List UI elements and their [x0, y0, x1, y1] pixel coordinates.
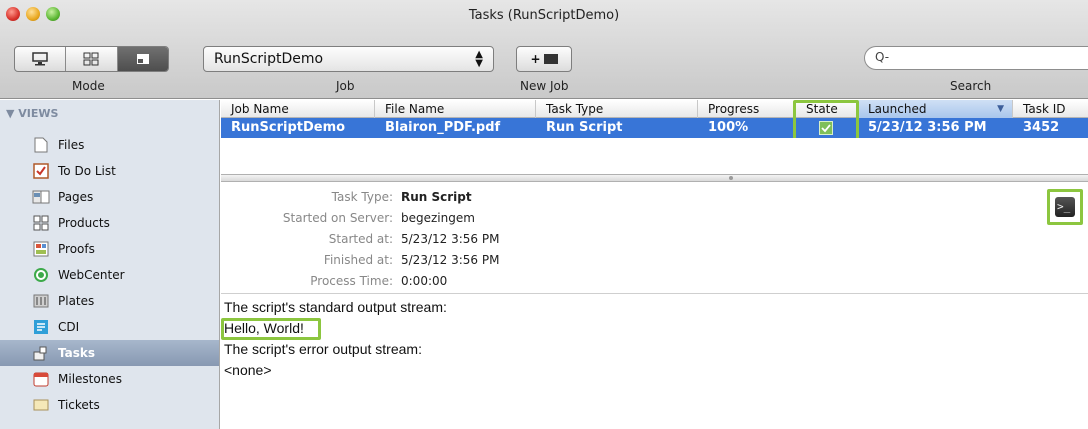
process-time-label: Process Time: — [310, 274, 393, 288]
proofs-icon — [32, 240, 50, 258]
sidebar-item-cdi[interactable]: CDI — [0, 314, 219, 340]
sidebar-item-todo-list[interactable]: To Do List — [0, 158, 219, 184]
cell-job-name: RunScriptDemo — [231, 120, 346, 135]
sidebar-item-label: Tickets — [58, 398, 100, 412]
script-output-panel: The script's standard output stream: Hel… — [221, 295, 1088, 429]
stdout-header: The script's standard output stream: — [224, 299, 447, 315]
column-header-launched-label: Launched — [868, 102, 927, 116]
cell-task-type: Run Script — [546, 120, 623, 135]
job-select[interactable]: RunScriptDemo ▲ ▼ — [203, 46, 494, 72]
sidebar-item-tickets[interactable]: Tickets — [0, 392, 219, 418]
started-label: Started at: — [328, 232, 393, 246]
table-empty-area — [221, 138, 1088, 174]
mode-tasks-button[interactable] — [117, 47, 168, 71]
sidebar-item-products[interactable]: Products — [0, 210, 219, 236]
sort-descending-icon: ▼ — [997, 104, 1004, 114]
column-header-task-id[interactable]: Task ID — [1013, 100, 1088, 118]
sidebar-item-label: Milestones — [58, 372, 122, 386]
sidebar-item-label: CDI — [58, 320, 80, 334]
plates-icon — [32, 292, 50, 310]
cell-task-id: 3452 — [1023, 120, 1060, 135]
sidebar-item-files[interactable]: Files — [0, 132, 219, 158]
new-job-label: New Job — [520, 79, 569, 93]
new-job-button[interactable]: + — [516, 46, 572, 72]
sidebar-item-label: WebCenter — [58, 268, 125, 282]
finished-value: 5/23/12 3:56 PM — [401, 253, 500, 267]
search-input[interactable]: Q- — [864, 46, 1088, 70]
mode-label: Mode — [72, 79, 105, 93]
sidebar-item-proofs[interactable]: Proofs — [0, 236, 219, 262]
views-header[interactable]: ▼ VIEWS — [6, 107, 58, 120]
sidebar-item-webcenter[interactable]: WebCenter — [0, 262, 219, 288]
search-placeholder: Q- — [875, 50, 890, 64]
sidebar-item-label: Plates — [58, 294, 95, 308]
sidebar-item-label: Pages — [58, 190, 94, 204]
new-job-button-label: + — [530, 52, 541, 66]
pages-icon — [32, 188, 50, 206]
task-type-label: Task Type: — [331, 190, 393, 204]
sidebar-item-label: Tasks — [58, 346, 96, 360]
job-select-value: RunScriptDemo — [214, 51, 324, 67]
sidebar: ▼ VIEWS Files To Do List Pages Products … — [0, 100, 220, 429]
mode-computer-button[interactable] — [15, 47, 67, 71]
column-header-launched[interactable]: Launched ▼ — [858, 100, 1013, 118]
todo-icon — [32, 162, 50, 180]
split-handle-icon — [729, 176, 733, 180]
server-label: Started on Server: — [282, 211, 393, 225]
split-divider[interactable] — [221, 174, 1088, 182]
terminal-button[interactable]: >_ — [1047, 189, 1083, 225]
sidebar-item-pages[interactable]: Pages — [0, 184, 219, 210]
select-arrows-icon: ▲ ▼ — [475, 49, 483, 69]
table-row[interactable]: RunScriptDemo Blairon_PDF.pdf Run Script… — [221, 118, 1088, 138]
column-header-file-name[interactable]: File Name — [375, 100, 536, 118]
sidebar-item-tasks[interactable]: Tasks — [0, 340, 219, 366]
process-time-value: 0:00:00 — [401, 274, 448, 288]
task-type-value: Run Script — [401, 190, 472, 204]
mode-grid-button[interactable] — [66, 47, 118, 71]
column-header-task-type[interactable]: Task Type — [536, 100, 698, 118]
folder-icon — [543, 54, 558, 64]
cell-progress: 100% — [708, 120, 749, 135]
tickets-icon — [32, 396, 50, 414]
file-icon — [32, 136, 50, 154]
tasks-icon — [136, 54, 149, 64]
server-value: begezingem — [401, 211, 475, 225]
stderr-header: The script's error output stream: — [224, 341, 422, 357]
column-header-progress[interactable]: Progress — [698, 100, 796, 118]
computer-icon — [32, 52, 48, 66]
window-toolbar: Tasks (RunScriptDemo) Mode RunScriptDemo… — [0, 0, 1088, 99]
job-label: Job — [336, 79, 355, 93]
search-label: Search — [950, 79, 992, 93]
sidebar-item-label: Proofs — [58, 242, 95, 256]
sidebar-item-plates[interactable]: Plates — [0, 288, 219, 314]
tasks-icon — [32, 344, 50, 362]
output-highlight-box — [221, 318, 321, 340]
products-icon — [32, 214, 50, 232]
window-title: Tasks (RunScriptDemo) — [468, 8, 620, 23]
sidebar-item-label: To Do List — [58, 164, 116, 178]
stderr-text: <none> — [224, 362, 272, 378]
terminal-icon: >_ — [1055, 197, 1075, 217]
column-header-job-name[interactable]: Job Name — [221, 100, 375, 118]
cell-file-name: Blairon_PDF.pdf — [385, 120, 501, 135]
started-value: 5/23/12 3:56 PM — [401, 232, 500, 246]
task-details-panel: Task Type: Run Script Started on Server:… — [221, 182, 1088, 294]
cell-launched: 5/23/12 3:56 PM — [868, 120, 987, 135]
tasks-table-header: Job Name File Name Task Type Progress St… — [221, 100, 1088, 118]
grid-icon — [83, 52, 99, 66]
sidebar-item-milestones[interactable]: Milestones — [0, 366, 219, 392]
mode-segmented-control[interactable] — [14, 46, 169, 72]
cdi-icon — [32, 318, 50, 336]
milestones-icon — [32, 370, 50, 388]
sidebar-item-label: Products — [58, 216, 110, 230]
sidebar-item-label: Files — [58, 138, 85, 152]
finished-label: Finished at: — [323, 253, 393, 267]
webcenter-icon — [32, 266, 50, 284]
